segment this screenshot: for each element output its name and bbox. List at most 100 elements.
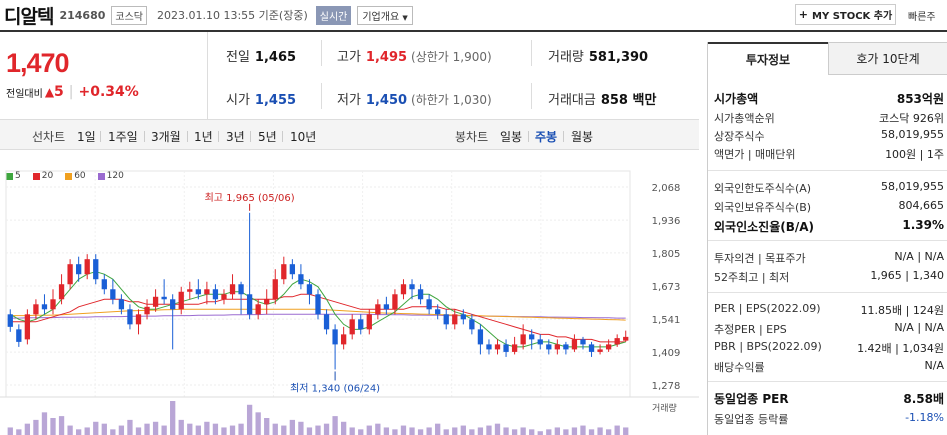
candle-body bbox=[537, 339, 543, 345]
volume-bar bbox=[195, 425, 201, 435]
info-row-label: 동일업종 등락률 bbox=[714, 413, 789, 426]
candle-body bbox=[443, 314, 449, 325]
candle-body bbox=[212, 289, 219, 300]
info-row: 외국인한도주식수(A) 58,019,955 bbox=[714, 180, 944, 196]
candle-body bbox=[246, 294, 253, 315]
investment-info-panel: 투자정보 호가 10단계 시가총액 853억원 시가총액순위 코스닥 926위 상장주식… bbox=[707, 42, 947, 435]
volume-bar bbox=[7, 427, 13, 435]
tab-orderbook[interactable]: 호가 10단계 bbox=[828, 42, 947, 75]
current-price: 1,470 bbox=[6, 48, 70, 78]
volume-bar bbox=[452, 427, 458, 435]
volume-bar bbox=[503, 427, 509, 435]
volume-bar bbox=[529, 429, 535, 435]
tab-monthly[interactable]: 월봉 bbox=[571, 128, 593, 145]
volume-bar bbox=[580, 425, 586, 435]
candle-body bbox=[315, 294, 321, 315]
candle-body bbox=[24, 314, 31, 340]
volume-bar bbox=[238, 423, 244, 435]
candle-body bbox=[409, 284, 415, 290]
info-row-value: N/A | N/A bbox=[894, 250, 944, 263]
info-row: PER | EPS(2022.09) 11.85배 | 124원 bbox=[714, 302, 944, 318]
volume-bar bbox=[187, 423, 193, 435]
info-row-value: 853억원 bbox=[896, 92, 944, 106]
change-separator: | bbox=[68, 84, 74, 100]
tab-1w[interactable]: 1주일 bbox=[108, 128, 138, 145]
tab-10y[interactable]: 10년 bbox=[290, 128, 316, 145]
info-row: 외국인소진율(B/A) 1.39% bbox=[714, 218, 944, 235]
volume-bar bbox=[264, 418, 270, 435]
info-row: 동일업종 PER 8.58배 bbox=[714, 390, 944, 407]
candle-body bbox=[383, 304, 390, 310]
tab-1y[interactable]: 1년 bbox=[194, 128, 213, 145]
tab-daily[interactable]: 일봉 bbox=[500, 128, 522, 145]
add-mystock-button[interactable]: + MY STOCK 추가 bbox=[795, 4, 896, 25]
volume-bar bbox=[50, 418, 56, 435]
chevron-down-icon: ▼ bbox=[402, 13, 408, 22]
quick-link[interactable]: 빠른주 bbox=[908, 8, 936, 23]
info-row-value: 코스닥 926위 bbox=[879, 112, 944, 125]
candle-body bbox=[605, 344, 612, 350]
volume-bar bbox=[417, 429, 424, 435]
tab-weekly[interactable]: 주봉 bbox=[535, 128, 557, 145]
volume-bar bbox=[204, 421, 210, 435]
info-row: 투자의견 | 목표주가 N/A | N/A bbox=[714, 250, 944, 266]
info-row-value: 100원 | 1주 bbox=[885, 148, 944, 161]
y-tick-label: 2,068 bbox=[652, 183, 681, 194]
volume-bar bbox=[435, 423, 441, 435]
candle-body bbox=[452, 314, 458, 325]
info-row-value: N/A bbox=[924, 359, 944, 372]
add-mystock-label: MY STOCK 추가 bbox=[812, 11, 893, 22]
tab-investment-info[interactable]: 투자정보 bbox=[708, 42, 828, 75]
volume-bar bbox=[33, 419, 39, 435]
candle-body bbox=[58, 284, 65, 300]
volume-bar bbox=[178, 419, 184, 435]
low-annotation: 최저 1,340 (06/24) bbox=[290, 382, 380, 394]
stat-high: 고가 1,495 (상한가 1,900) bbox=[337, 46, 492, 65]
candlestick-chart[interactable]: 2,068 1,936 1,805 1,673 1,541 1,409 1,278 거래량 최… bbox=[0, 165, 699, 435]
info-row-label: 시가총액 bbox=[714, 92, 759, 106]
realtime-button[interactable]: 실시간 bbox=[315, 5, 352, 25]
tab-3y[interactable]: 3년 bbox=[226, 128, 245, 145]
stat-open-label: 시가 bbox=[226, 93, 250, 108]
volume-bar bbox=[289, 419, 296, 435]
volume-bar bbox=[366, 425, 372, 435]
volume-bar bbox=[118, 425, 125, 435]
info-row-label: 액면가 | 매매단위 bbox=[714, 148, 796, 161]
tab-5y[interactable]: 5년 bbox=[258, 128, 277, 145]
volume-bar bbox=[221, 427, 227, 435]
volume-bar bbox=[469, 429, 475, 435]
candle-body bbox=[101, 279, 107, 290]
tab-1d[interactable]: 1일 bbox=[77, 128, 96, 145]
candle-body bbox=[135, 314, 142, 325]
price-stats: 전일 1,465 고가 1,495 (상한가 1,900) 거래량 581,390 시가… bbox=[208, 32, 699, 119]
volume-label: 거래량 bbox=[652, 402, 677, 414]
info-row: 상장주식수 58,019,955 bbox=[714, 128, 944, 144]
candle-body bbox=[340, 334, 347, 345]
info-row: 추정PER | EPS N/A | N/A bbox=[714, 321, 944, 337]
info-row-value: 8.58배 bbox=[903, 392, 944, 406]
candle-body bbox=[33, 304, 39, 315]
volume-bar bbox=[349, 427, 355, 435]
stat-divider bbox=[321, 40, 322, 66]
info-row-value: -1.18% bbox=[905, 411, 944, 424]
volume-bar bbox=[358, 429, 364, 435]
volume-bar bbox=[554, 427, 560, 435]
candle-body bbox=[614, 338, 620, 345]
info-row: 52주최고 | 최저 1,965 | 1,340 bbox=[714, 269, 944, 285]
candle-body bbox=[178, 291, 184, 310]
info-row-value: 1,965 | 1,340 bbox=[870, 269, 944, 282]
tab-divider bbox=[528, 131, 529, 142]
stat-amount-label: 거래대금 bbox=[548, 93, 596, 108]
stat-low-value: 1,450 bbox=[365, 93, 408, 108]
volume-bar bbox=[298, 421, 304, 435]
volume-bar bbox=[246, 404, 253, 435]
company-info-label: 기업개요 bbox=[362, 11, 400, 23]
stat-open-value: 1,455 bbox=[254, 93, 297, 108]
company-info-button[interactable]: 기업개요 ▼ bbox=[357, 5, 413, 25]
info-divider bbox=[708, 381, 947, 382]
info-row-label: 상장주식수 bbox=[714, 130, 765, 143]
candle-body bbox=[204, 289, 210, 295]
y-tick-label: 1,409 bbox=[652, 348, 681, 359]
candle-body bbox=[426, 299, 432, 310]
tab-3m[interactable]: 3개월 bbox=[151, 128, 181, 145]
